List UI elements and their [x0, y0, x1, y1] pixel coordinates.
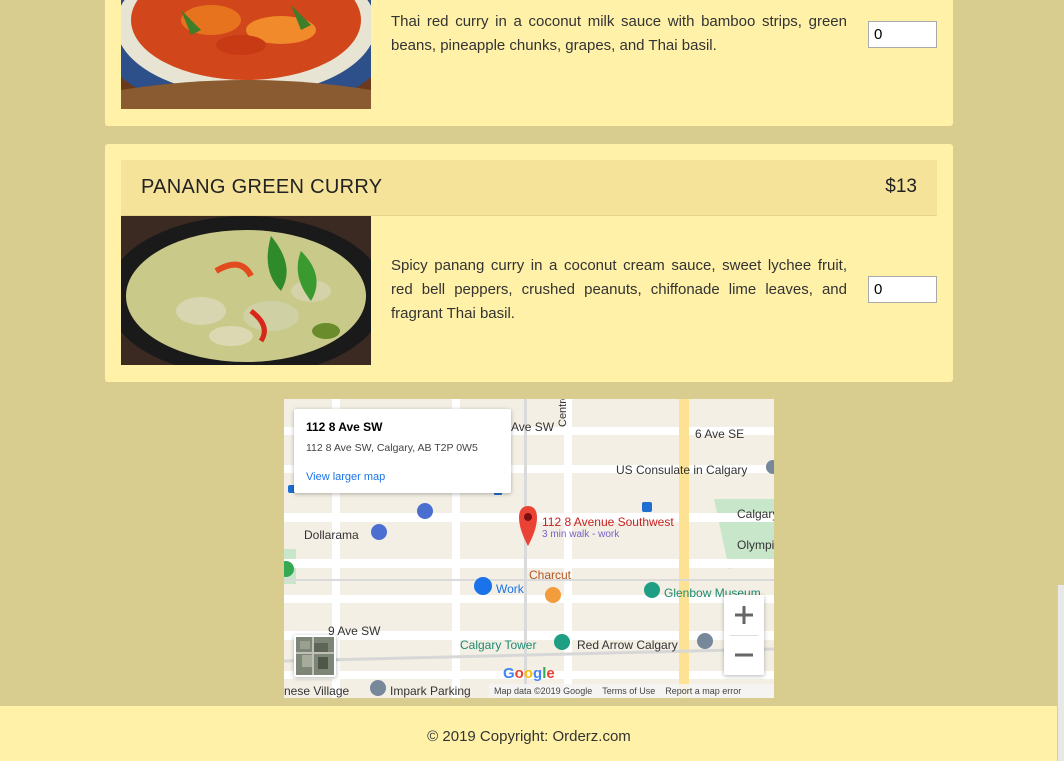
map-data-text: Map data ©2019 Google: [494, 686, 593, 696]
menu-item-card: Thai red curry in a coconut milk sauce w…: [105, 0, 953, 126]
map-info-card: 112 8 Ave SW 112 8 Ave SW, Calgary, AB T…: [294, 409, 511, 493]
place-label: Red Arrow Calgary: [577, 638, 678, 652]
map-attribution: Map data ©2019 Google Terms of Use Repor…: [489, 684, 774, 698]
place-label: nese Village: [284, 684, 350, 698]
street-label: Ave SW: [511, 420, 555, 434]
place-label: US Consulate in Calgary: [616, 463, 748, 477]
street-label: Centre St: [557, 399, 569, 427]
item-description: Spicy panang curry in a coconut cream sa…: [391, 257, 847, 322]
plus-icon: [735, 606, 753, 624]
satellite-toggle[interactable]: [294, 635, 336, 677]
place-label: Work: [496, 582, 524, 596]
info-address: 112 8 Ave SW, Calgary, AB T2P 0W5: [306, 442, 478, 454]
zoom-out-button[interactable]: [724, 635, 764, 675]
item-description: Thai red curry in a coconut milk sauce w…: [391, 13, 847, 54]
minus-icon: [735, 653, 753, 657]
green-curry-photo: [121, 216, 371, 365]
marker-sublabel: 3 min walk - work: [542, 529, 620, 540]
item-title: PANANG GREEN CURRY: [141, 176, 383, 198]
place-label: Calgary Ci: [737, 507, 774, 521]
report-error-link[interactable]: Report a map error: [660, 686, 746, 696]
zoom-in-button[interactable]: [724, 595, 764, 635]
view-larger-map-link[interactable]: View larger map: [306, 471, 385, 483]
place-label: Charcut: [529, 568, 572, 582]
info-title: 112 8 Ave SW: [306, 420, 383, 434]
place-label: Impark Parking: [390, 684, 471, 698]
item-price: $13: [885, 176, 917, 197]
zoom-control: [724, 595, 764, 675]
place-label: Calgary Tower: [460, 638, 537, 652]
place-label: Olympic Pl: [737, 538, 774, 552]
street-label: 6 Ave SE: [695, 427, 745, 441]
marker-label: 112 8 Avenue Southwest: [542, 515, 674, 529]
copyright-text: © 2019 Copyright: Orderz.com: [427, 728, 631, 745]
scrollbar[interactable]: [1057, 585, 1064, 761]
place-label: Dollarama: [304, 528, 359, 542]
google-map[interactable]: Ave SW 6 Ave SE 9 Ave SW Centre St US Co…: [284, 399, 774, 698]
menu-item-card: PANANG GREEN CURRY $13 Spicy panang curr…: [105, 144, 953, 382]
footer: © 2019 Copyright: Orderz.com: [0, 706, 1064, 761]
quantity-input[interactable]: [868, 276, 937, 303]
card-header: PANANG GREEN CURRY $13: [121, 160, 937, 216]
red-curry-photo: [121, 0, 371, 109]
google-logo: Google: [503, 665, 555, 682]
quantity-input[interactable]: [868, 21, 937, 48]
terms-link[interactable]: Terms of Use: [597, 686, 660, 696]
